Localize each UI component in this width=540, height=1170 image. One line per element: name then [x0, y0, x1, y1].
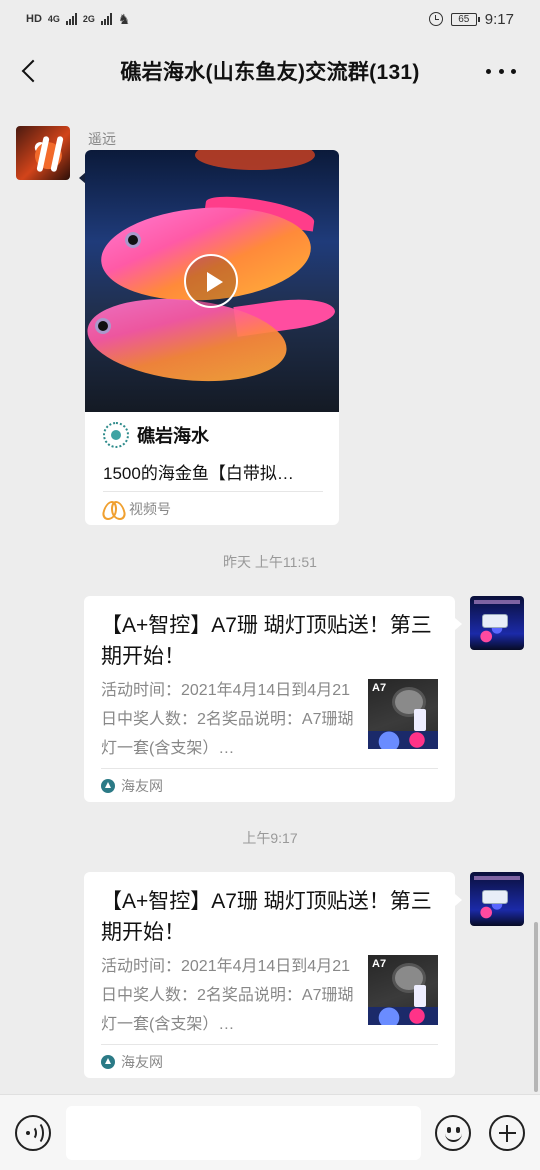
link-source: 海友网	[101, 776, 163, 796]
avatar-bar	[474, 876, 520, 880]
video-source-label: 视频号	[129, 501, 171, 517]
status-right: 65 9:17	[428, 10, 514, 28]
haiyouwang-icon	[101, 1055, 115, 1069]
voice-button[interactable]	[15, 1115, 51, 1151]
signal-icon-2	[100, 13, 112, 25]
avatar-lamp	[482, 890, 508, 904]
link-source-label: 海友网	[121, 1054, 163, 1070]
more-dot	[511, 68, 516, 74]
timestamp: 上午9:17	[242, 830, 298, 846]
scrollbar[interactable]	[534, 922, 538, 1092]
link-message-card[interactable]: 【A+智控】A7珊 瑚灯顶贴送！第三期开始！ 活动时间：2021年4月14日到4…	[84, 872, 455, 1078]
my-avatar[interactable]	[470, 596, 524, 650]
chat-header: 礁岩海水(山东鱼友)交流群(131)	[0, 38, 540, 104]
more-button[interactable]	[486, 58, 516, 84]
video-message-card[interactable]: 礁岩海水 1500的海金鱼【白带拟… 视频号	[85, 150, 339, 525]
status-left: HD 4G 2G ♞	[26, 11, 130, 28]
haiyouwang-icon	[101, 779, 115, 793]
thumb-label: A7	[372, 682, 387, 694]
alarm-icon	[428, 12, 443, 26]
status-bar: HD 4G 2G ♞ 65 9:17	[0, 0, 540, 38]
chevron-left-icon	[21, 59, 45, 83]
link-description: 活动时间：2021年4月14日到4月21日中奖人数：2名奖品说明：A7珊瑚灯一套…	[101, 958, 354, 1033]
sim1-label: 4G	[47, 14, 60, 24]
emoji-mouth	[445, 1132, 462, 1142]
link-thumbnail: A7	[368, 679, 438, 749]
link-message-card[interactable]: 【A+智控】A7珊 瑚灯顶贴送！第三期开始！ 活动时间：2021年4月14日到4…	[84, 596, 455, 802]
more-horizontal-icon	[486, 68, 491, 74]
input-bar	[0, 1094, 540, 1170]
avatar-lamp	[482, 614, 508, 628]
thumbnail-fish-eye	[95, 318, 111, 334]
bubble-tail	[455, 894, 462, 906]
thumb-label: A7	[372, 958, 387, 970]
thumbnail-fish-eye	[125, 232, 141, 248]
link-thumbnail: A7	[368, 955, 438, 1025]
video-thumbnail[interactable]	[85, 150, 339, 412]
sender-name: 遥远	[88, 131, 116, 147]
chat-title: 礁岩海水(山东鱼友)交流群(131)	[120, 61, 420, 84]
channel-logo-icon	[103, 422, 129, 448]
link-title: 【A+智控】A7珊 瑚灯顶贴送！第三期开始！	[101, 614, 432, 668]
video-source: 视频号	[103, 499, 171, 519]
message-input[interactable]	[66, 1106, 421, 1160]
avatar-stripe	[50, 135, 64, 173]
channels-icon	[103, 501, 123, 517]
sim2-label: 2G	[82, 14, 95, 24]
thumb-phone	[414, 985, 426, 1007]
battery-icon: 65	[450, 12, 480, 26]
bubble-tail	[455, 618, 462, 630]
sender-avatar[interactable]	[16, 126, 70, 180]
card-divider	[101, 768, 438, 769]
play-button[interactable]	[184, 254, 238, 308]
video-description: 1500的海金鱼【白带拟…	[103, 464, 294, 483]
thumb-reef	[368, 731, 438, 749]
back-button[interactable]	[14, 56, 45, 86]
card-divider	[103, 491, 323, 492]
channel-name: 礁岩海水	[137, 426, 209, 446]
my-avatar[interactable]	[470, 872, 524, 926]
link-source-label: 海友网	[121, 778, 163, 794]
card-divider	[101, 1044, 438, 1045]
thumb-phone	[414, 709, 426, 731]
link-source: 海友网	[101, 1052, 163, 1072]
voice-wave	[28, 1121, 44, 1145]
play-icon	[207, 272, 223, 292]
more-dot	[498, 68, 504, 74]
channel-row: 礁岩海水	[103, 422, 209, 448]
clock: 9:17	[484, 10, 514, 28]
app-notification-icon: ♞	[117, 10, 131, 27]
more-functions-button[interactable]	[489, 1115, 525, 1151]
signal-icon	[65, 13, 77, 25]
link-title: 【A+智控】A7珊 瑚灯顶贴送！第三期开始！	[101, 890, 432, 944]
emoji-button[interactable]	[435, 1115, 471, 1151]
thumbnail-coral	[195, 150, 315, 170]
avatar-bar	[474, 600, 520, 604]
hd-indicator: HD	[26, 13, 42, 25]
thumb-reef	[368, 1007, 438, 1025]
avatar-stripe	[36, 135, 50, 173]
timestamp: 昨天 上午11:51	[223, 554, 317, 570]
link-description: 活动时间：2021年4月14日到4月21日中奖人数：2名奖品说明：A7珊瑚灯一套…	[101, 682, 354, 757]
